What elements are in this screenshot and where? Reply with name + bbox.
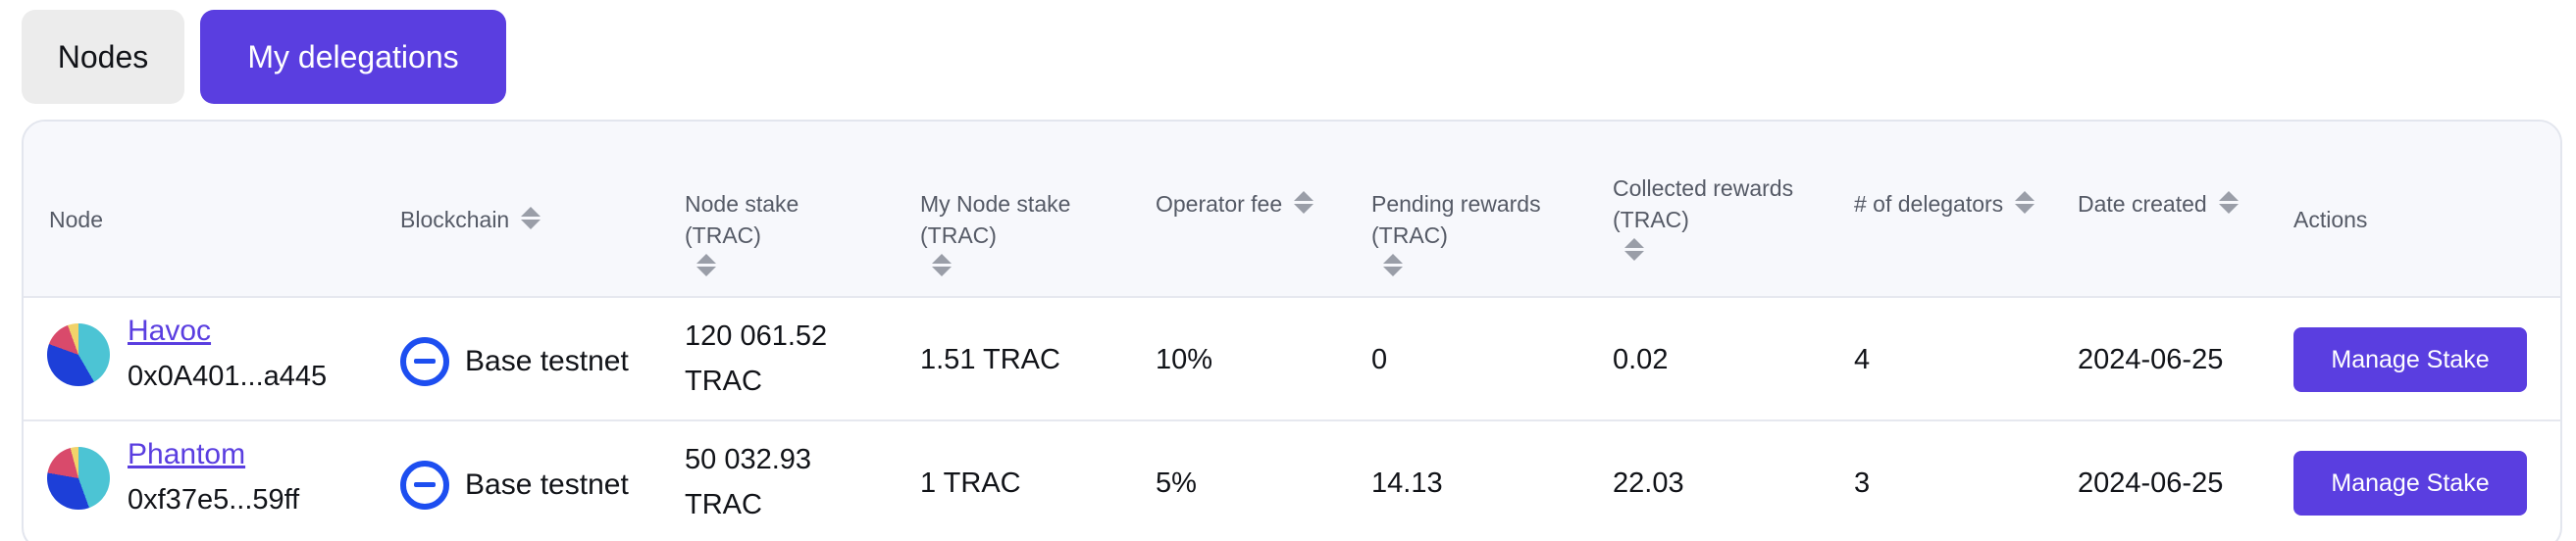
pending-rewards: 14.13: [1371, 467, 1443, 499]
header-delegators[interactable]: # of delegators: [1854, 188, 2050, 220]
header-operator-fee[interactable]: Operator fee: [1156, 188, 1332, 220]
header-pending-rewards-label: Pending rewards (TRAC): [1371, 191, 1541, 248]
node-stake-value: 120 061.52: [685, 320, 828, 352]
header-actions: Actions: [2293, 204, 2367, 235]
collected-rewards: 0.02: [1613, 344, 1669, 375]
my-node-stake: 1.51 TRAC: [920, 344, 1060, 375]
header-delegators-label: # of delegators: [1854, 191, 2004, 217]
header-node-label: Node: [49, 207, 103, 232]
header-blockchain-label: Blockchain: [400, 207, 510, 232]
sort-arrows-icon[interactable]: [1624, 235, 1644, 263]
node-name-link[interactable]: Havoc: [128, 312, 211, 351]
pie-chart-avatar-icon: [47, 447, 110, 510]
sort-arrows-icon[interactable]: [521, 204, 541, 231]
base-chain-icon: [400, 337, 449, 386]
header-my-node-stake-label: My Node stake (TRAC): [920, 191, 1071, 248]
header-pending-rewards[interactable]: Pending rewards (TRAC): [1371, 188, 1568, 278]
header-collected-rewards[interactable]: Collected rewards (TRAC): [1613, 172, 1809, 263]
header-collected-rewards-label: Collected rewards (TRAC): [1613, 175, 1794, 232]
delegators-count: 3: [1854, 467, 1871, 499]
table-row: Phantom 0xf37e5...59ff Base testnet 50 0…: [24, 423, 2560, 541]
base-chain-icon: [400, 461, 449, 510]
sort-arrows-icon[interactable]: [1383, 251, 1403, 278]
sort-arrows-icon[interactable]: [932, 251, 952, 278]
node-stake-unit: TRAC: [685, 366, 762, 397]
blockchain-name: Base testnet: [465, 345, 629, 377]
header-node-stake-label: Node stake (TRAC): [685, 191, 799, 248]
table-row: Havoc 0x0A401...a445 Base testnet 120 06…: [24, 300, 2560, 421]
pending-rewards: 0: [1371, 344, 1388, 375]
operator-fee: 10%: [1156, 344, 1213, 375]
delegators-count: 4: [1854, 344, 1871, 375]
delegations-table: Node Blockchain Node stake (TRAC) My Nod…: [22, 120, 2562, 541]
tab-my-delegations[interactable]: My delegations: [200, 10, 506, 104]
node-address: 0x0A401...a445: [128, 361, 328, 392]
operator-fee: 5%: [1156, 467, 1197, 499]
date-created: 2024-06-25: [2078, 467, 2224, 499]
node-address: 0xf37e5...59ff: [128, 484, 300, 516]
tab-bar: Nodes My delegations: [22, 10, 506, 104]
my-node-stake: 1 TRAC: [920, 467, 1021, 499]
sort-arrows-icon[interactable]: [696, 251, 716, 278]
node-stake-unit: TRAC: [685, 489, 762, 520]
pie-chart-avatar-icon: [47, 323, 110, 386]
header-operator-fee-label: Operator fee: [1156, 191, 1283, 217]
sort-arrows-icon[interactable]: [2015, 188, 2035, 216]
sort-arrows-icon[interactable]: [2218, 188, 2239, 216]
date-created: 2024-06-25: [2078, 344, 2224, 375]
node-name-link[interactable]: Phantom: [128, 435, 245, 474]
sort-arrows-icon[interactable]: [1294, 188, 1314, 216]
collected-rewards: 22.03: [1613, 467, 1684, 499]
table-header: Node Blockchain Node stake (TRAC) My Nod…: [24, 122, 2560, 298]
header-my-node-stake[interactable]: My Node stake (TRAC): [920, 188, 1107, 278]
manage-stake-button[interactable]: Manage Stake: [2293, 327, 2527, 392]
header-date-created[interactable]: Date created: [2078, 188, 2274, 220]
manage-stake-button[interactable]: Manage Stake: [2293, 451, 2527, 516]
header-blockchain[interactable]: Blockchain: [400, 204, 541, 235]
header-node: Node: [49, 204, 103, 235]
header-date-created-label: Date created: [2078, 191, 2207, 217]
node-stake-value: 50 032.93: [685, 444, 812, 475]
header-node-stake[interactable]: Node stake (TRAC): [685, 188, 871, 278]
tab-nodes[interactable]: Nodes: [22, 10, 184, 104]
header-actions-label: Actions: [2293, 207, 2368, 232]
blockchain-name: Base testnet: [465, 468, 629, 501]
